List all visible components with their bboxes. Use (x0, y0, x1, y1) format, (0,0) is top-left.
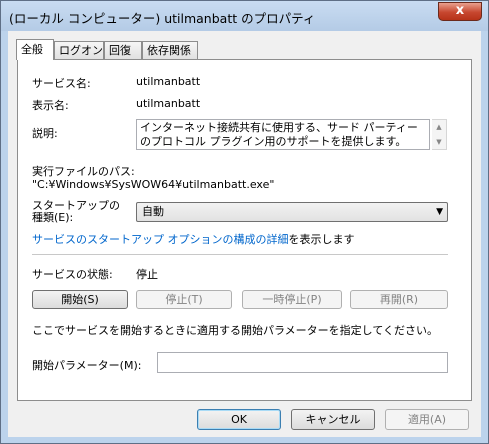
description-box[interactable]: インターネット接続共有に使用する、サード パーティーのプロトコル プラグイン用の… (136, 119, 430, 150)
general-panel: サービス名: utilmanbatt 表示名: utilmanbatt 説明: … (17, 59, 472, 401)
start-params-input[interactable] (157, 352, 448, 373)
start-button[interactable]: 開始(S) (32, 290, 128, 309)
service-status-label: サービスの状態: (32, 268, 113, 281)
scroll-down-icon[interactable]: ▼ (432, 135, 446, 150)
display-name-value[interactable]: utilmanbatt (136, 97, 200, 110)
tab-general[interactable]: 全般 (16, 39, 54, 60)
resume-button[interactable]: 再開(R) (350, 290, 448, 309)
start-params-hint: ここでサービスを開始するときに適用する開始パラメーターを指定してください。 (32, 324, 439, 337)
properties-window: (ローカル コンピューター) utilmanbatt のプロパティ x 全般 ロ… (0, 0, 489, 444)
service-name-value: utilmanbatt (136, 75, 201, 88)
title-bar[interactable]: (ローカル コンピューター) utilmanbatt のプロパティ x (1, 1, 488, 31)
stop-button[interactable]: 停止(T) (136, 290, 232, 309)
exec-path-value: "C:¥Windows¥SysWOW64¥utilmanbatt.exe" (32, 178, 275, 191)
tab-recovery[interactable]: 回復 (104, 41, 142, 59)
cancel-button[interactable]: キャンセル (291, 409, 375, 430)
startup-options-link[interactable]: サービスのスタートアップ オプションの構成の詳細 (32, 233, 289, 246)
pause-button[interactable]: 一時停止(P) (242, 290, 342, 309)
tab-dependencies[interactable]: 依存関係 (142, 41, 198, 59)
startup-help: サービスのスタートアップ オプションの構成の詳細を表示します (32, 231, 355, 247)
display-name-label: 表示名: (32, 99, 69, 112)
scroll-up-icon[interactable]: ▲ (432, 120, 446, 135)
exec-path-label: 実行ファイルのパス: (32, 165, 135, 178)
window-title: (ローカル コンピューター) utilmanbatt のプロパティ (9, 11, 316, 26)
chevron-down-icon: ▼ (436, 207, 443, 217)
startup-type-label: スタートアップの 種類(E): (32, 199, 120, 224)
apply-button[interactable]: 適用(A) (385, 409, 469, 430)
description-scrollbar[interactable]: ▲ ▼ (432, 119, 447, 150)
service-status-value: 停止 (136, 268, 158, 281)
divider (32, 254, 448, 255)
tab-logon[interactable]: ログオン (54, 41, 104, 59)
service-name-label: サービス名: (32, 77, 91, 90)
startup-link-suffix: を表示します (288, 233, 355, 246)
description-label: 説明: (32, 127, 58, 140)
startup-type-select[interactable]: 自動 ▼ (136, 202, 448, 222)
close-icon[interactable]: x (438, 2, 482, 21)
startup-type-value: 自動 (142, 205, 164, 218)
dialog-client: 全般 ログオン 回復 依存関係 サービス名: utilmanbatt 表示名: … (8, 31, 481, 437)
start-params-label: 開始パラメーター(M): (32, 359, 142, 372)
ok-button[interactable]: OK (197, 409, 281, 430)
